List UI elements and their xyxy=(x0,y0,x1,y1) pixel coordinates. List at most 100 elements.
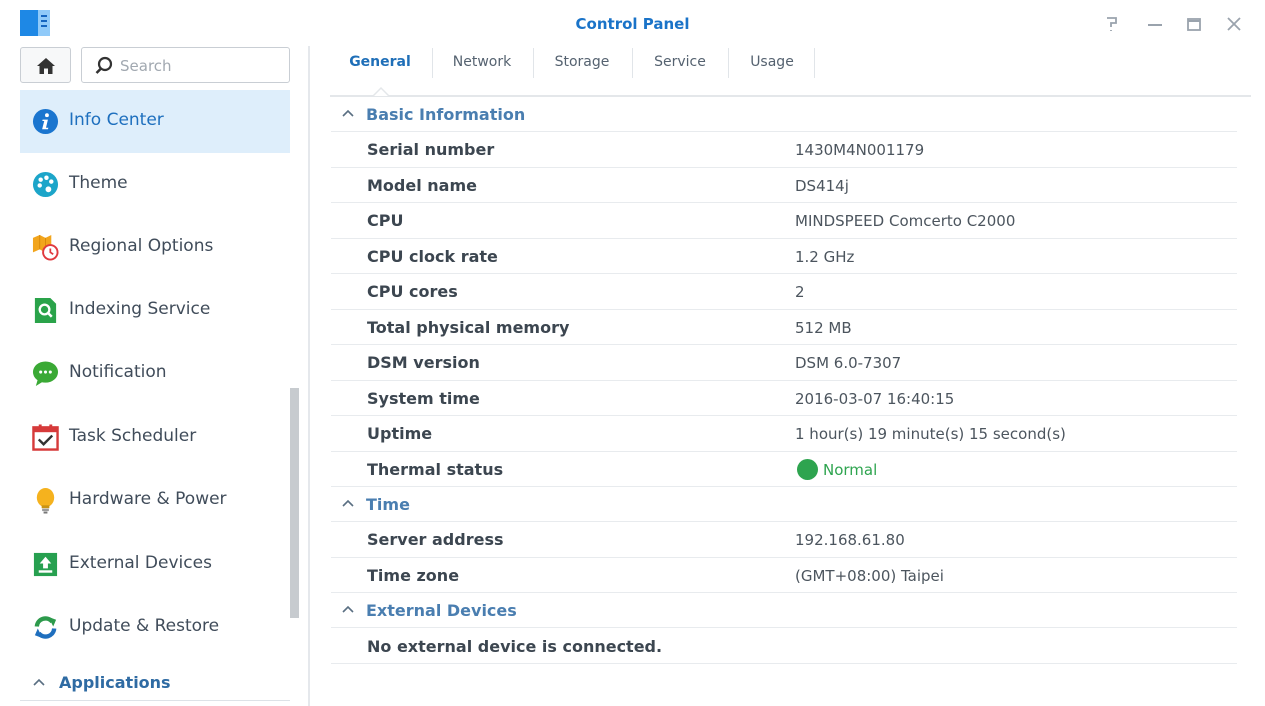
thermal-status-value: Normal xyxy=(823,460,878,479)
row-label: Time zone xyxy=(367,565,460,585)
chevron-up-icon xyxy=(33,678,45,686)
sidebar-item-indexing-service[interactable]: Indexing Service xyxy=(20,279,290,342)
row-label: Model name xyxy=(367,175,477,195)
row-label: CPU cores xyxy=(367,282,458,301)
tab-divider xyxy=(632,48,633,78)
row-value: 2 xyxy=(795,283,805,301)
applications-divider xyxy=(20,700,290,701)
tab-general[interactable]: General xyxy=(344,46,416,78)
row-value: 1 hour(s) 19 minute(s) 15 second(s) xyxy=(795,425,1066,443)
sidebar-scrollbar[interactable] xyxy=(290,388,299,618)
row-label: Uptime xyxy=(367,424,433,443)
tab-divider xyxy=(533,48,534,78)
row-value: DS414j xyxy=(795,176,849,195)
tab-divider xyxy=(728,48,729,78)
info-icon xyxy=(32,108,59,135)
applications-group-header[interactable]: Applications xyxy=(20,669,290,699)
lightbulb-icon xyxy=(36,487,55,514)
info-row: CPU clock rate 1.2 GHz xyxy=(331,239,1237,274)
section-title: External Devices xyxy=(366,601,517,620)
map-clock-icon xyxy=(32,234,59,261)
info-row: CPU MINDSPEED Comcerto C2000 xyxy=(331,203,1237,239)
sidebar-divider xyxy=(308,46,310,706)
info-row: DSM version DSM 6.0-7307 xyxy=(331,345,1237,381)
info-row: Time zone (GMT+08:00) Taipei xyxy=(331,558,1237,593)
sidebar-item-label: Indexing Service xyxy=(69,299,211,319)
info-row: Serial number 1430M4N001179 xyxy=(331,132,1237,168)
sidebar-item-label: Task Scheduler xyxy=(69,426,197,446)
sidebar-item-external-devices[interactable]: External Devices xyxy=(20,533,290,596)
close-icon[interactable] xyxy=(1222,12,1246,36)
section-external-devices[interactable]: External Devices xyxy=(331,593,1237,628)
help-icon[interactable] xyxy=(1100,12,1124,36)
sidebar-item-label: External Devices xyxy=(69,553,212,573)
active-tab-pointer xyxy=(373,86,389,96)
tab-network[interactable]: Network xyxy=(442,46,522,78)
row-label: Total physical memory xyxy=(367,317,570,337)
tab-usage[interactable]: Usage xyxy=(740,46,804,78)
sidebar-item-label: Regional Options xyxy=(69,236,214,256)
section-basic-information[interactable]: Basic Information xyxy=(331,97,1237,132)
sidebar-item-notification[interactable]: Notification xyxy=(20,342,290,405)
row-value: (GMT+08:00) Taipei xyxy=(795,566,944,585)
tab-bar: General Network Storage Service Usage xyxy=(330,46,1250,96)
magnifier-icon xyxy=(34,297,57,324)
info-row: CPU cores 2 xyxy=(331,274,1237,310)
status-ok-icon xyxy=(797,458,818,480)
calendar-check-icon xyxy=(32,424,59,451)
sidebar-item-theme[interactable]: Theme xyxy=(20,153,290,216)
row-label: Serial number xyxy=(367,140,495,159)
sidebar-item-label: Info Center xyxy=(69,110,164,130)
row-label: CPU clock rate xyxy=(367,246,498,266)
palette-icon xyxy=(32,171,59,198)
section-title: Time xyxy=(366,495,410,514)
row-value: 1430M4N001179 xyxy=(795,141,925,159)
info-row: System time 2016-03-07 16:40:15 xyxy=(331,381,1237,416)
section-title: Basic Information xyxy=(366,105,526,124)
tab-divider xyxy=(814,48,815,78)
sidebar-item-hardware-power[interactable]: Hardware & Power xyxy=(20,469,290,532)
row-value: 512 MB xyxy=(795,318,852,337)
chevron-up-icon xyxy=(342,605,354,613)
row-value: MINDSPEED Comcerto C2000 xyxy=(795,212,1016,230)
search-box[interactable] xyxy=(81,47,290,83)
chevron-up-icon xyxy=(342,109,354,117)
minimize-icon[interactable] xyxy=(1143,12,1167,36)
sidebar-item-label: Notification xyxy=(69,362,167,382)
info-row: Server address 192.168.61.80 xyxy=(331,522,1237,558)
maximize-icon[interactable] xyxy=(1182,12,1206,36)
sidebar-item-label: Hardware & Power xyxy=(69,489,227,509)
no-devices-message: No external device is connected. xyxy=(367,636,663,656)
row-label: DSM version xyxy=(367,353,480,372)
tab-divider xyxy=(432,48,433,78)
row-value: DSM 6.0-7307 xyxy=(795,354,902,372)
row-label: Server address xyxy=(367,530,504,549)
info-row: Total physical memory 512 MB xyxy=(331,310,1237,345)
sidebar-item-label: Update & Restore xyxy=(69,616,220,636)
section-time[interactable]: Time xyxy=(331,487,1237,522)
row-label: CPU xyxy=(367,211,404,230)
row-value: 192.168.61.80 xyxy=(795,531,905,549)
row-value: 2016-03-07 16:40:15 xyxy=(795,389,955,408)
row-label: System time xyxy=(367,388,480,408)
tab-service[interactable]: Service xyxy=(642,46,718,78)
title-bar: Control Panel xyxy=(0,0,1265,46)
upload-icon xyxy=(33,552,58,577)
sidebar-item-info-center[interactable]: Info Center xyxy=(20,90,290,153)
info-row-thermal-status: Thermal status Normal xyxy=(331,452,1237,487)
sidebar-item-update-restore[interactable]: Update & Restore xyxy=(20,596,290,659)
sidebar-item-regional-options[interactable]: Regional Options xyxy=(20,216,290,279)
sidebar-item-label: Theme xyxy=(69,173,128,193)
chat-bubble-icon xyxy=(32,361,59,387)
info-row: Model name DS414j xyxy=(331,168,1237,203)
home-icon xyxy=(37,58,55,74)
sidebar-item-task-scheduler[interactable]: Task Scheduler xyxy=(20,406,290,469)
row-label: Thermal status xyxy=(367,459,504,479)
window-title: Control Panel xyxy=(575,15,690,33)
info-row: No external device is connected. xyxy=(331,629,1237,664)
tab-storage[interactable]: Storage xyxy=(544,46,620,78)
info-row: Uptime 1 hour(s) 19 minute(s) 15 second(… xyxy=(331,416,1237,452)
search-input[interactable] xyxy=(120,56,280,76)
search-icon xyxy=(95,56,113,74)
home-button[interactable] xyxy=(20,47,71,83)
